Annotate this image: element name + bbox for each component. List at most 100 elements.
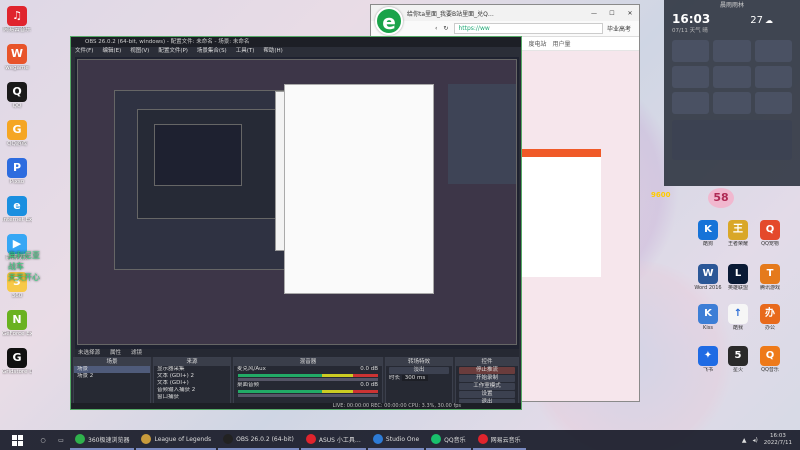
task-view-icon[interactable]: ▭ [52, 437, 70, 444]
clock[interactable]: 16:03 2022/7/11 [764, 433, 792, 447]
desktop-icon[interactable]: Q QQ音乐 [756, 346, 784, 373]
start-recording-button[interactable]: 开始录制 [459, 375, 515, 382]
properties-button[interactable]: 属性 [110, 349, 121, 357]
kugou-icon: K [698, 220, 718, 240]
desktop-icon[interactable]: Q QQ宠物 [756, 220, 784, 247]
desktop-icon-label: Pixso [9, 179, 25, 185]
back-icon[interactable]: ‹ [435, 25, 437, 32]
tile-7[interactable] [672, 92, 710, 114]
pixso-icon: P [7, 158, 27, 178]
desktop-icon[interactable]: 5 星火 [724, 346, 752, 373]
desktop-icon[interactable]: T 腾讯游戏 [756, 264, 784, 291]
nested-preview-4 [154, 124, 242, 186]
obs-menu-item[interactable]: 工具(T) [236, 47, 255, 56]
nested-notif [448, 84, 516, 184]
transition-select[interactable]: 淡出 [389, 367, 449, 374]
desktop-icon[interactable]: L 英雄联盟 [724, 264, 752, 291]
address-bar[interactable]: https://ww [454, 23, 603, 34]
mixer-channel-label: 麦克风/Aux 0.0 dB [234, 366, 382, 373]
obs-menu-item[interactable]: 文件(F) [75, 47, 93, 56]
duration-input[interactable]: 300 ms [401, 375, 429, 381]
desktop-icon[interactable]: 王王者荣耀 [724, 220, 752, 247]
volume-icon[interactable]: ◂) [752, 437, 757, 444]
desktop-icon[interactable]: W Word 2016 [694, 264, 722, 291]
studio-mode-button[interactable]: 工作室模式 [459, 383, 515, 390]
taskbar-item-label: 网易云音乐 [490, 436, 521, 444]
source-item[interactable]: 显示器采集 [154, 366, 230, 373]
taskbar-item[interactable]: Studio One [367, 430, 425, 450]
app-icon [305, 434, 316, 444]
bookmark-3[interactable]: 用户量 [552, 39, 570, 48]
desktop-icon[interactable]: K 酷狗 [694, 220, 722, 247]
desktop-icon-label: Kiss [703, 325, 713, 331]
audio-meter [238, 374, 378, 377]
taskbar-item[interactable]: 网易云音乐 [472, 430, 526, 450]
desktop-icon[interactable]: K Kiss [694, 304, 722, 331]
search-icon[interactable]: ○ [34, 437, 52, 444]
tile-4[interactable] [672, 66, 710, 88]
desktop-icon-label: Gridstore Deskbro [2, 369, 32, 375]
source-item[interactable]: 窗口捕获 [154, 394, 230, 401]
desktop-icon-label: 办公 [764, 325, 775, 331]
filters-button[interactable]: 滤镜 [131, 349, 142, 357]
minimize-button[interactable]: — [585, 10, 603, 17]
desktop-icon[interactable]: Wwegame [2, 44, 32, 72]
controls-dock: 控件 停止推流 开始录制 工作室模式 设置 退出 [455, 357, 519, 407]
tile-1[interactable] [672, 40, 710, 62]
desktop-icon[interactable]: eInternet Explorer [2, 196, 32, 224]
source-item[interactable]: 音频输入捕获 2 [154, 387, 230, 394]
tile-8[interactable] [713, 92, 751, 114]
settings-button[interactable]: 设置 [459, 391, 515, 398]
maximize-button[interactable]: ☐ [603, 10, 621, 17]
taskbar-item[interactable]: 360极速浏览器 [70, 430, 135, 450]
bookmark-2[interactable]: 度电站 [528, 39, 546, 48]
obs-menu-item[interactable]: 配置文件(P) [158, 47, 188, 56]
app-icon [431, 434, 442, 444]
volume-slider[interactable] [238, 378, 378, 381]
sources-dock: 来源 显示器采集 文本 (GDI+) 2 文本 (GDI+) 音频输入捕获 2 … [153, 357, 231, 407]
desktop-icon[interactable]: ↑ 酷我 [724, 304, 752, 331]
nvidia-icon: N [7, 310, 27, 330]
volume-slider[interactable] [238, 394, 378, 397]
source-item[interactable]: 文本 (GDI+) [154, 380, 230, 387]
nested-preview-3 [137, 109, 287, 219]
obs-menu-item[interactable]: 帮助(H) [263, 47, 282, 56]
desktop-icon[interactable]: GGridstore Deskbro [2, 348, 32, 376]
desktop-icon[interactable]: ♫ 网易云音乐 [2, 6, 32, 34]
windows-logo-icon[interactable] [0, 430, 34, 450]
close-button[interactable]: ✕ [621, 10, 639, 17]
refresh-icon[interactable]: ↻ [443, 25, 448, 32]
tile-2[interactable] [713, 40, 751, 62]
nav-right-text[interactable]: 毕业高考 [607, 24, 631, 33]
obs-menu-item[interactable]: 编辑(E) [102, 47, 121, 56]
taskbar-items: 360极速浏览器 League of Legends OBS 26.0.2 (64-… [70, 430, 742, 450]
source-item[interactable]: 文本 (GDI+) 2 [154, 373, 230, 380]
notif-time: 16:03 [672, 12, 711, 26]
stop-streaming-button[interactable]: 停止推流 [459, 367, 515, 374]
desktop-icon[interactable]: 办办公 [756, 304, 784, 331]
obs-window: OBS 26.0.2 (64-bit, windows) - 配置文件: 未命名… [70, 36, 522, 410]
browser-tab[interactable]: 给你ta里面_我要B站里面_兑Q… [407, 9, 585, 18]
scene-item[interactable]: 场景 [74, 366, 150, 373]
desktop-icon[interactable]: NGeForce Experience [2, 310, 32, 338]
controls-caption-bar: 未选择源 属性 滤镜 [75, 349, 519, 357]
cloud-icon: ☁ [764, 16, 773, 25]
tile-6[interactable] [754, 66, 792, 88]
desktop-icon[interactable]: ✦ 飞书 [694, 346, 722, 373]
tile-3[interactable] [754, 40, 792, 62]
upload-icon: ↑ [728, 304, 748, 324]
obs-menu-item[interactable]: 场景集合(S) [197, 47, 227, 56]
taskbar-item[interactable]: ASUS 小工具… [300, 430, 366, 450]
taskbar-item[interactable]: League of Legends [136, 430, 217, 450]
desktop-icon[interactable]: Q QQ [2, 82, 32, 110]
taskbar-item[interactable]: QQ音乐 [426, 430, 471, 450]
tile-9[interactable] [754, 92, 792, 114]
scene-item[interactable]: 场景 2 [74, 373, 150, 380]
desktop-icon[interactable]: P Pixso [2, 158, 32, 186]
clock-time: 16:03 [769, 433, 786, 439]
desktop-icon[interactable]: G QQ游戏 [2, 120, 32, 148]
tile-5[interactable] [713, 66, 751, 88]
obs-menu-item[interactable]: 视图(V) [130, 47, 149, 56]
taskbar-item[interactable]: OBS 26.0.2 (64-bit) [218, 430, 299, 450]
network-icon[interactable]: ▲ [742, 437, 747, 444]
